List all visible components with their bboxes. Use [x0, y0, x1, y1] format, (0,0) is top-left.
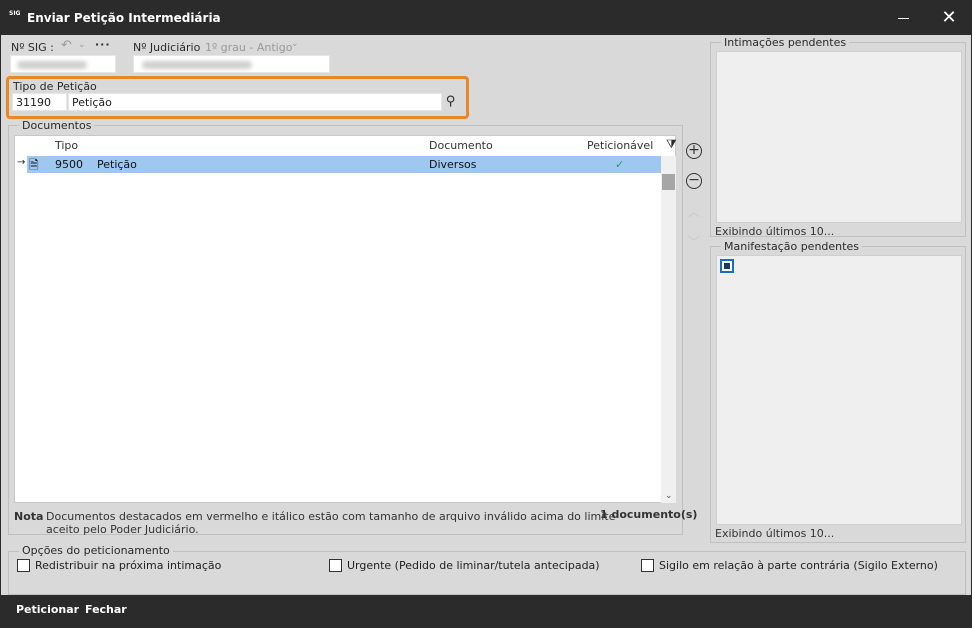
filter-icon[interactable]: ⧩	[666, 137, 677, 152]
more-options-icon[interactable]: ···	[95, 38, 111, 51]
peticionar-button[interactable]: Peticionar	[16, 603, 79, 616]
manifestacao-select-checkbox[interactable]	[720, 259, 734, 273]
grid-scrollbar[interactable]: ⌄	[661, 156, 676, 503]
checkbox-indeterminate-mark	[724, 263, 730, 269]
back-arrow-icon[interactable]: ↶	[61, 38, 72, 53]
move-down-button[interactable]: ﹀	[686, 233, 702, 249]
redistribuir-label[interactable]: Redistribuir na próxima intimação	[35, 559, 221, 572]
nota-text-line1: Documentos destacados em vermelho e itál…	[46, 510, 616, 523]
judiciario-label: Nº Judiciário	[133, 41, 201, 54]
chevron-up-icon: ︿	[687, 205, 700, 219]
sig-number-redacted	[17, 61, 87, 69]
plus-icon: +	[688, 142, 700, 158]
tipo-peticao-code-field[interactable]: 31190	[12, 93, 67, 111]
app-icon-text: SIG	[9, 10, 21, 17]
sig-app-icon: SIG	[9, 10, 23, 24]
manifestacao-title: Manifestação pendentes	[721, 240, 862, 253]
current-row-arrow-icon: →	[17, 157, 26, 168]
scrollbar-thumb[interactable]	[662, 174, 675, 190]
chevron-down-icon: ﹀	[687, 235, 700, 249]
chevron-down-icon[interactable]: ⌄	[78, 40, 86, 50]
table-row[interactable]: 🗎 9500 Petição Diversos ✓	[27, 156, 661, 173]
row-codigo: 9500	[55, 158, 83, 171]
intimacoes-list[interactable]	[716, 51, 962, 223]
intimacoes-footer: Exibindo últimos 10...	[715, 225, 835, 238]
footer-bar: Peticionar Fechar	[1, 595, 971, 628]
grid-header: Tipo Documento Peticionável	[15, 136, 661, 155]
fechar-button[interactable]: Fechar	[85, 603, 127, 616]
opcoes-group	[8, 551, 966, 595]
remove-document-button[interactable]: −	[686, 173, 702, 189]
nota-label: Nota	[14, 510, 44, 523]
certificate-document-icon: 🗎	[29, 158, 39, 172]
row-tipo: Petição	[97, 158, 137, 171]
title-bar: SIG Enviar Petição Intermediária ✕	[1, 1, 971, 35]
sig-number-field[interactable]	[10, 55, 116, 73]
scroll-down-icon[interactable]: ⌄	[665, 491, 673, 501]
grau-label: 1º grau - Antigo	[205, 41, 293, 54]
dialog-window: SIG Enviar Petição Intermediária ✕ Nº SI…	[0, 0, 972, 628]
dialog-content: Nº SIG : ↶ ⌄ ··· Nº Judiciário 1º grau -…	[1, 35, 971, 595]
search-icon[interactable]: ⚲	[446, 94, 456, 109]
documentos-group-title: Documentos	[19, 119, 95, 132]
urgente-checkbox[interactable]	[329, 559, 342, 572]
judiciario-number-field[interactable]	[133, 55, 330, 73]
add-document-button[interactable]: +	[686, 143, 702, 159]
manifestacao-list[interactable]	[716, 255, 962, 525]
intimacoes-title: Intimações pendentes	[721, 36, 850, 49]
grau-chevron-icon[interactable]: ⌄	[291, 39, 299, 49]
judiciario-number-redacted	[142, 61, 252, 69]
row-documento: Diversos	[429, 158, 477, 171]
tipo-peticao-label: Tipo de Petição	[13, 80, 97, 93]
close-button[interactable]: ✕	[927, 1, 971, 35]
minimize-button[interactable]	[881, 1, 925, 35]
peticionavel-check-icon: ✓	[615, 158, 625, 171]
minus-icon: −	[688, 172, 700, 188]
redistribuir-checkbox[interactable]	[17, 559, 30, 572]
sig-label: Nº SIG :	[11, 41, 54, 54]
sigilo-checkbox[interactable]	[641, 559, 654, 572]
urgente-label[interactable]: Urgente (Pedido de liminar/tutela anteci…	[347, 559, 600, 572]
nota-text-line2: aceito pelo Poder Judiciário.	[46, 523, 199, 536]
close-icon: ✕	[941, 7, 957, 28]
manifestacao-footer: Exibindo últimos 10...	[715, 527, 835, 540]
opcoes-title: Opções do peticionamento	[19, 544, 173, 557]
document-count: 1 documento(s)	[600, 508, 698, 521]
col-header-documento[interactable]: Documento	[429, 139, 493, 152]
tipo-peticao-description-field[interactable]: Petição	[68, 93, 442, 111]
documentos-grid: Tipo Documento Peticionável ⧩ → 🗎 9500 P…	[14, 135, 677, 503]
sigilo-label[interactable]: Sigilo em relação à parte contrária (Sig…	[659, 559, 938, 572]
col-header-peticionavel[interactable]: Peticionável	[587, 139, 653, 152]
col-header-tipo[interactable]: Tipo	[55, 139, 78, 152]
move-up-button[interactable]: ︿	[686, 203, 702, 219]
window-title: Enviar Petição Intermediária	[27, 11, 221, 25]
